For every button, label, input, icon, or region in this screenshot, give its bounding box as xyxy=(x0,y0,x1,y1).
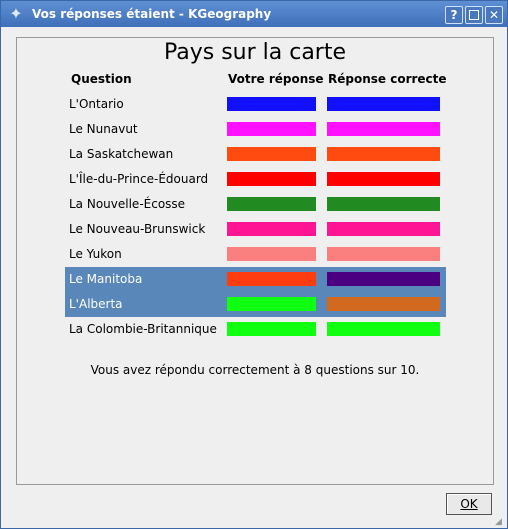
your-answer-color-swatch xyxy=(227,97,316,111)
table-row[interactable]: Le Nouveau-Brunswick xyxy=(65,217,446,242)
your-answer-color-swatch xyxy=(227,197,316,211)
correct-answer-color-swatch xyxy=(327,322,440,336)
table-row[interactable]: L'Île-du-Prince-Édouard xyxy=(65,167,446,192)
question-label: Le Manitoba xyxy=(69,272,143,286)
question-label: L'Alberta xyxy=(69,297,123,311)
question-label: L'Île-du-Prince-Édouard xyxy=(69,172,209,186)
your-answer-color-swatch xyxy=(227,122,316,136)
question-label: Le Nouveau-Brunswick xyxy=(69,222,206,236)
column-header-question: Question xyxy=(71,72,132,86)
your-answer-color-swatch xyxy=(227,322,316,336)
table-row[interactable]: L'Ontario xyxy=(65,92,446,117)
question-label: La Saskatchewan xyxy=(69,147,174,161)
correct-answer-color-swatch xyxy=(327,147,440,161)
question-label: Le Yukon xyxy=(69,247,122,261)
correct-answer-color-swatch xyxy=(327,97,440,111)
question-label: L'Ontario xyxy=(69,97,124,111)
question-label: Le Nunavut xyxy=(69,122,138,136)
question-label: La Nouvelle-Écosse xyxy=(69,197,186,211)
your-answer-color-swatch xyxy=(227,272,316,286)
correct-answer-color-swatch xyxy=(327,222,440,236)
correct-answer-color-swatch xyxy=(327,247,440,261)
your-answer-color-swatch xyxy=(227,172,316,186)
correct-answer-color-swatch xyxy=(327,297,440,311)
dialog-window: ✦ Vos réponses étaient - KGeography ? ✕ … xyxy=(0,0,508,529)
column-header-correct-answer: Réponse correcte xyxy=(328,72,447,86)
question-label: La Colombie-Britannique xyxy=(69,322,217,336)
correct-answer-color-swatch xyxy=(327,197,440,211)
maximize-button[interactable] xyxy=(465,6,483,24)
table-row[interactable]: La Colombie-Britannique xyxy=(65,317,446,342)
ok-button-label: OK xyxy=(460,497,478,511)
window-title: Vos réponses étaient - KGeography xyxy=(32,7,272,21)
resize-grip-icon[interactable]: ◢ xyxy=(495,517,505,527)
page-title: Pays sur la carte xyxy=(163,40,347,65)
kgeography-app-icon: ✦ xyxy=(9,4,23,23)
table-row[interactable]: L'Alberta xyxy=(65,292,446,317)
table-row[interactable]: La Saskatchewan xyxy=(65,142,446,167)
your-answer-color-swatch xyxy=(227,297,316,311)
close-button[interactable]: ✕ xyxy=(485,6,503,24)
results-panel: Pays sur la carte Question Votre réponse… xyxy=(16,37,494,485)
ok-button[interactable]: OK xyxy=(446,493,492,515)
your-answer-color-swatch xyxy=(227,147,316,161)
table-row[interactable]: Le Manitoba xyxy=(65,267,446,292)
table-row[interactable]: Le Yukon xyxy=(65,242,446,267)
correct-answer-color-swatch xyxy=(327,272,440,286)
score-summary: Vous avez répondu correctement à 8 quest… xyxy=(90,363,420,377)
table-row[interactable]: Le Nunavut xyxy=(65,117,446,142)
title-bar[interactable]: ✦ Vos réponses étaient - KGeography ? ✕ xyxy=(1,1,507,27)
your-answer-color-swatch xyxy=(227,222,316,236)
column-header-your-answer: Votre réponse xyxy=(228,72,324,86)
correct-answer-color-swatch xyxy=(327,172,440,186)
help-button[interactable]: ? xyxy=(445,6,463,24)
table-row[interactable]: La Nouvelle-Écosse xyxy=(65,192,446,217)
correct-answer-color-swatch xyxy=(327,122,440,136)
maximize-icon xyxy=(469,10,479,20)
your-answer-color-swatch xyxy=(227,247,316,261)
